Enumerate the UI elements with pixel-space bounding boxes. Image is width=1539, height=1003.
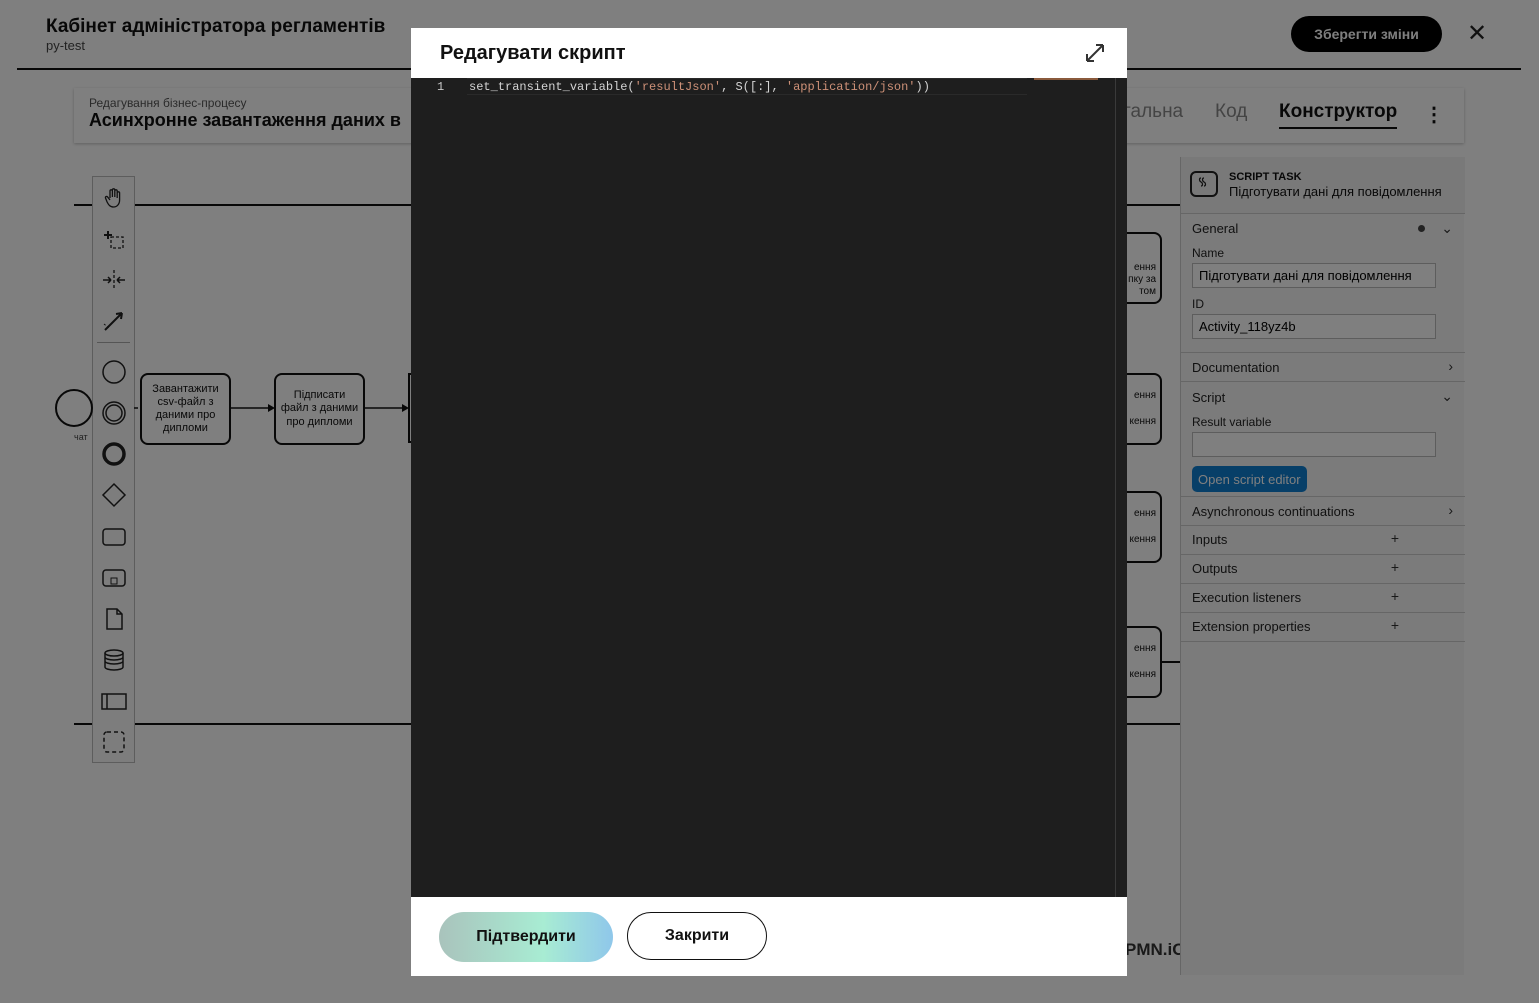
minimap[interactable] [1034,78,1104,82]
edit-script-modal: Редагувати скрипт 1 set_transient_variab… [411,28,1127,976]
code-string-token: 'resultJson' [634,80,722,94]
code-token: )) [915,80,930,94]
code-line[interactable]: set_transient_variable('resultJson', S([… [469,80,930,94]
scrollbar-track[interactable] [1115,78,1116,897]
code-string-token: 'application/json' [785,80,916,94]
close-button[interactable]: Закрити [627,912,767,960]
code-token: set_transient_variable( [469,80,635,94]
code-token: , S([:], [721,80,786,94]
modal-title: Редагувати скрипт [440,42,626,64]
code-editor[interactable]: 1 set_transient_variable('resultJson', S… [411,78,1127,897]
confirm-button[interactable]: Підтвердити [439,912,613,962]
line-number: 1 [437,80,445,94]
expand-icon[interactable] [1085,43,1105,63]
modal-footer: Підтвердити Закрити [411,897,1127,976]
